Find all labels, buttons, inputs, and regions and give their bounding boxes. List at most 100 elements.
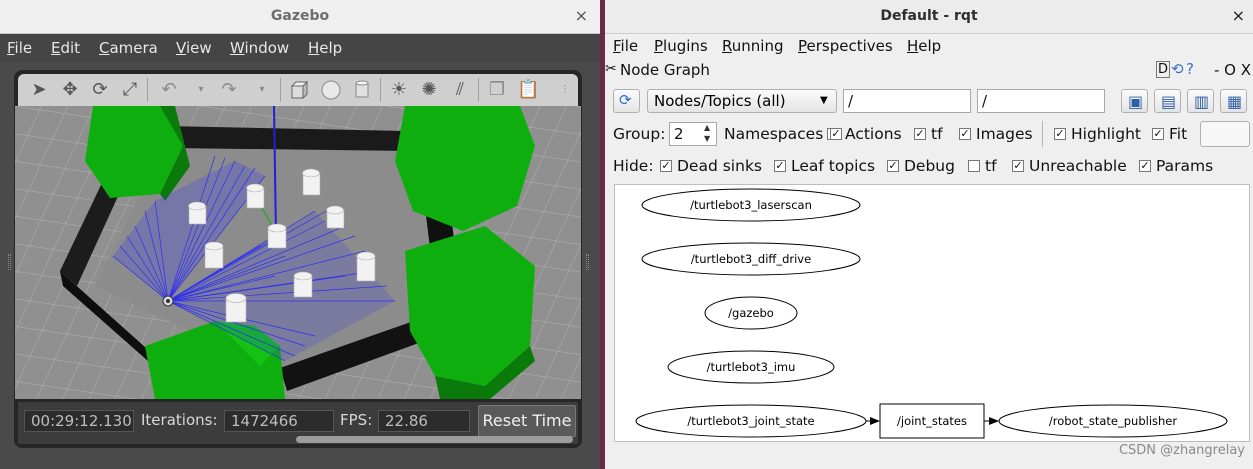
- reset-time-button[interactable]: Reset Time: [478, 405, 576, 437]
- rqt-menubar: File Plugins Running Perspectives Help: [605, 34, 1253, 60]
- hide-tf-label: tf: [985, 157, 997, 175]
- undo-dropdown-icon[interactable]: ▾: [190, 79, 212, 101]
- images-label: Images: [976, 125, 1033, 143]
- refresh-icon: ⟳: [619, 91, 632, 109]
- gazebo-titlebar: Gazebo ×: [0, 0, 600, 34]
- separator: [1042, 121, 1043, 147]
- paste-icon[interactable]: 📋: [517, 79, 539, 101]
- gazebo-close-button[interactable]: ×: [575, 6, 588, 25]
- copy-icon[interactable]: ❐: [486, 79, 508, 101]
- reload-plugin-icon[interactable]: ⟲: [1171, 60, 1184, 78]
- graph-topic[interactable]: /joint_states: [879, 403, 985, 439]
- graph-node[interactable]: /gazebo: [704, 296, 798, 330]
- cylinder-shape-icon[interactable]: [351, 79, 373, 101]
- load-dot-button[interactable]: ▣: [1121, 89, 1148, 113]
- chevron-down-icon: ▼: [820, 95, 828, 106]
- gazebo-menubar: File Edit Camera View Window Help: [0, 34, 600, 62]
- graph-type-select[interactable]: Nodes/Topics (all) ▼: [647, 89, 837, 113]
- gazebo-menu-edit[interactable]: Edit: [51, 39, 80, 57]
- gazebo-3d-viewport[interactable]: [15, 106, 581, 399]
- gazebo-menu-help[interactable]: Help: [308, 39, 342, 57]
- redo-icon[interactable]: ↷: [218, 79, 240, 101]
- fps-field: 22.86: [378, 410, 470, 432]
- dead-sinks-checkbox[interactable]: ✓: [660, 160, 672, 172]
- node-label: /robot_state_publisher: [1049, 414, 1177, 428]
- images-checkbox[interactable]: ✓: [959, 128, 971, 140]
- fps-label: FPS:: [340, 411, 373, 429]
- sphere-shape-icon[interactable]: [320, 79, 342, 101]
- exclude-filter-input[interactable]: /: [977, 89, 1105, 113]
- translate-icon[interactable]: ✥: [59, 79, 81, 101]
- gazebo-menu-file[interactable]: File: [7, 39, 32, 57]
- scale-icon[interactable]: ⤢: [119, 79, 141, 101]
- plugin-window-controls[interactable]: - O X: [1214, 61, 1251, 79]
- namespace-filter-input[interactable]: /: [843, 89, 971, 113]
- help-plugin-icon[interactable]: ?: [1186, 60, 1194, 78]
- unreachable-checkbox[interactable]: ✓: [1012, 160, 1024, 172]
- save-dot-icon: ▤: [1161, 92, 1177, 111]
- hide-label: Hide:: [613, 157, 654, 175]
- node-label: /gazebo: [728, 306, 774, 320]
- save-image-button[interactable]: ▦: [1220, 89, 1247, 113]
- spot-light-icon[interactable]: ✺: [418, 79, 440, 101]
- fit-checkbox[interactable]: ✓: [1152, 128, 1164, 140]
- params-checkbox[interactable]: ✓: [1139, 160, 1151, 172]
- graph-node[interactable]: /robot_state_publisher: [998, 404, 1228, 438]
- rqt-menu-running[interactable]: Running: [722, 37, 783, 55]
- graph-node[interactable]: /turtlebot3_laserscan: [641, 188, 861, 222]
- refresh-graph-button[interactable]: ⟳: [613, 89, 640, 113]
- spinbox-arrows-icon[interactable]: ▲ ▼: [704, 122, 710, 144]
- save-image-icon: ▦: [1227, 92, 1243, 111]
- rqt-menu-plugins[interactable]: Plugins: [654, 37, 708, 55]
- gazebo-menu-camera[interactable]: Camera: [99, 39, 158, 57]
- graph-node[interactable]: /turtlebot3_diff_drive: [641, 242, 861, 276]
- debug-checkbox[interactable]: ✓: [887, 160, 899, 172]
- box-shape-icon[interactable]: [288, 79, 310, 101]
- gazebo-horizontal-scrollbar[interactable]: [296, 436, 573, 443]
- rotate-icon[interactable]: ⟳: [89, 79, 111, 101]
- node-label: /turtlebot3_diff_drive: [691, 252, 811, 266]
- gazebo-menu-view[interactable]: View: [176, 39, 212, 57]
- save-dot-button[interactable]: ▤: [1154, 89, 1181, 113]
- gazebo-menu-window[interactable]: Window: [230, 39, 289, 57]
- toolbar-more-icon[interactable]: ⋮: [554, 79, 576, 101]
- save-icon: ▣: [1128, 92, 1144, 111]
- graph-node[interactable]: /turtlebot3_joint_state: [635, 404, 867, 438]
- tf-checkbox[interactable]: ✓: [914, 128, 926, 140]
- node-graph-title: Node Graph: [620, 61, 710, 79]
- hide-tf-checkbox[interactable]: [968, 160, 980, 172]
- rqt-close-button[interactable]: ×: [1232, 6, 1245, 25]
- leaf-topics-checkbox[interactable]: ✓: [774, 160, 786, 172]
- node-graph-canvas[interactable]: /turtlebot3_laserscan /turtlebot3_diff_d…: [614, 184, 1250, 442]
- topic-label: /joint_states: [897, 414, 967, 428]
- sim-time-field: 00:29:12.130: [24, 410, 134, 432]
- dead-sinks-label: Dead sinks: [677, 157, 762, 175]
- graph-node[interactable]: /turtlebot3_imu: [667, 350, 835, 384]
- node-label: /turtlebot3_laserscan: [690, 198, 812, 212]
- rqt-window: Default - rqt × File Plugins Running Per…: [605, 0, 1253, 469]
- highlight-checkbox[interactable]: ✓: [1054, 128, 1066, 140]
- select-arrow-icon[interactable]: ➤: [28, 79, 50, 101]
- save-svg-button[interactable]: ▥: [1187, 89, 1214, 113]
- group-label: Group:: [613, 125, 666, 143]
- point-light-icon[interactable]: ☀: [388, 79, 410, 101]
- gazebo-right-splitter-handle[interactable]: [586, 254, 589, 270]
- rqt-menu-perspectives[interactable]: Perspectives: [798, 37, 893, 55]
- plugin-drag-icon[interactable]: ✂: [605, 61, 617, 77]
- fit-label: Fit: [1169, 125, 1188, 143]
- redo-dropdown-icon[interactable]: ▾: [251, 79, 273, 101]
- rqt-menu-file[interactable]: File: [613, 37, 638, 55]
- gazebo-title: Gazebo: [270, 8, 330, 24]
- rqt-menu-help[interactable]: Help: [907, 37, 941, 55]
- dock-icon[interactable]: D: [1156, 61, 1171, 78]
- node-label: /turtlebot3_joint_state: [687, 414, 814, 428]
- undo-icon[interactable]: ↶: [158, 79, 180, 101]
- directional-light-icon[interactable]: ⫽: [449, 79, 471, 101]
- save-svg-icon: ▥: [1194, 92, 1210, 111]
- fit-in-view-button[interactable]: [1200, 121, 1250, 147]
- leaf-topics-label: Leaf topics: [791, 157, 876, 175]
- rqt-titlebar: Default - rqt ×: [605, 0, 1253, 34]
- gazebo-left-splitter-handle[interactable]: [8, 254, 11, 270]
- actions-checkbox[interactable]: ✓: [830, 128, 842, 140]
- debug-label: Debug: [904, 157, 955, 175]
